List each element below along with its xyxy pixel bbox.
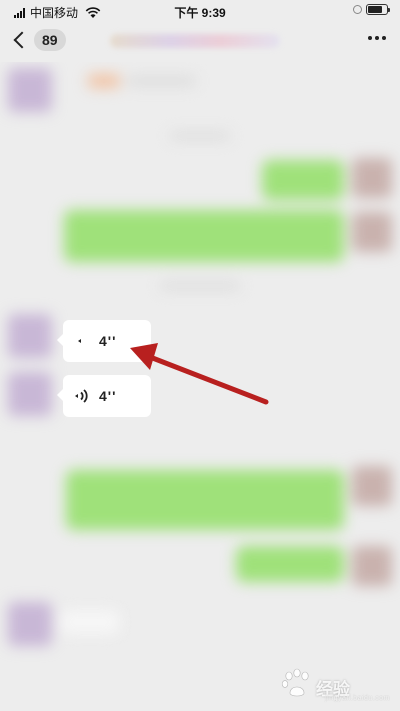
status-right <box>353 4 390 15</box>
voice-message[interactable]: 4'' <box>57 375 151 417</box>
sent-bubble <box>64 210 344 262</box>
sent-bubble <box>66 470 344 530</box>
voice-playing-icon <box>78 339 81 343</box>
blurred-messages <box>0 62 400 711</box>
avatar <box>8 314 52 358</box>
chat-title-blurred <box>110 34 280 48</box>
more-dot-icon <box>382 36 386 40</box>
avatar <box>8 68 52 112</box>
clock: 下午 9:39 <box>174 6 226 20</box>
avatar <box>8 372 52 416</box>
sent-bubble <box>236 546 344 582</box>
avatar <box>352 546 392 586</box>
avatar <box>352 158 392 198</box>
avatar <box>352 466 392 506</box>
unread-count-badge: 89 <box>34 29 66 51</box>
more-dot-icon <box>368 36 372 40</box>
more-dot-icon <box>375 36 379 40</box>
received-bubble <box>60 610 120 634</box>
avatar <box>8 602 52 646</box>
voice-duration: 4'' <box>99 388 117 404</box>
chevron-left-icon <box>13 31 31 49</box>
avatar <box>352 212 392 252</box>
chat-header: 89 <box>0 22 400 62</box>
blurred-text <box>88 74 120 88</box>
back-button[interactable]: 89 <box>12 29 66 51</box>
more-options-button[interactable] <box>368 36 386 40</box>
watermark-url: jingyan.baidu.com <box>325 695 390 702</box>
blurred-text <box>126 76 196 86</box>
voice-speaker-icon <box>75 389 88 403</box>
voice-message[interactable]: 4'' <box>57 320 151 362</box>
chat-area[interactable]: 4'' 4'' <box>0 62 400 711</box>
rotation-lock-icon <box>353 5 362 14</box>
sent-bubble <box>262 160 344 200</box>
blurred-timestamp <box>160 282 240 290</box>
battery-icon <box>366 4 390 15</box>
blurred-timestamp <box>170 132 230 140</box>
status-bar: 中国移动 下午 9:39 <box>0 0 400 22</box>
watermark: 经验 jingyan.baidu.com <box>278 667 390 705</box>
voice-duration: 4'' <box>99 333 117 349</box>
